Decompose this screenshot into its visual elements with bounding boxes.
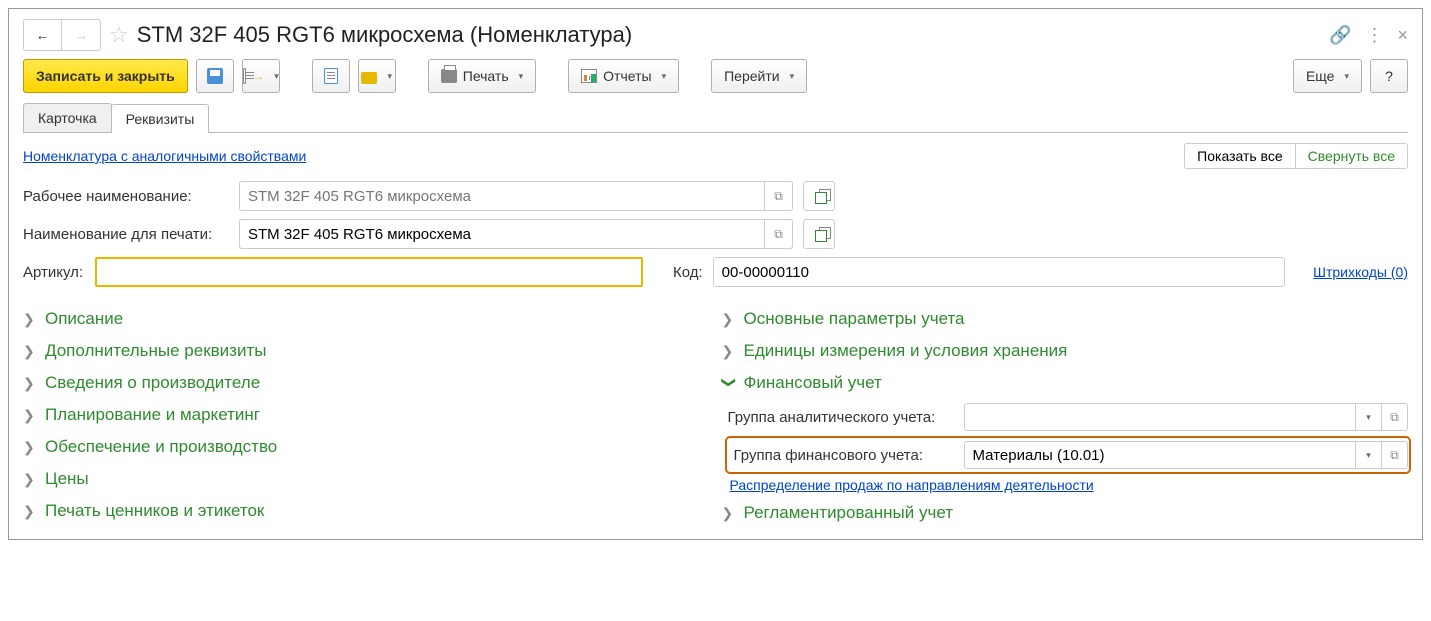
group-description[interactable]: ❯Описание — [23, 303, 710, 335]
group-production[interactable]: ❯Обеспечение и производство — [23, 431, 710, 463]
arrow-left-icon: ← — [36, 27, 50, 43]
link-icon[interactable]: 🔗 — [1329, 25, 1351, 46]
distribution-link[interactable]: Распределение продаж по направлениям дея… — [730, 477, 1094, 493]
close-icon[interactable]: × — [1397, 25, 1408, 46]
group-units[interactable]: ❯Единицы измерения и условия хранения — [722, 335, 1409, 367]
goto-button[interactable]: Перейти — [711, 59, 807, 93]
chevron-right-icon: ❯ — [23, 343, 37, 360]
work-name-input[interactable] — [239, 181, 793, 211]
back-button[interactable]: ← — [24, 20, 62, 50]
tab-details[interactable]: Реквизиты — [111, 104, 210, 133]
tab-card[interactable]: Карточка — [23, 103, 112, 132]
dropdown-icon[interactable]: ▾ — [1356, 403, 1382, 431]
dropdown-icon[interactable]: ▾ — [1356, 441, 1382, 469]
chevron-right-icon: ❯ — [722, 343, 736, 360]
copy-icon — [812, 189, 826, 203]
popout-icon[interactable]: ⧉ — [1382, 441, 1408, 469]
save-icon — [207, 68, 223, 84]
folder-button[interactable] — [358, 59, 396, 93]
group-additional[interactable]: ❯Дополнительные реквизиты — [23, 335, 710, 367]
nav-buttons: ← → — [23, 19, 101, 51]
copy-icon — [812, 227, 826, 241]
chart-icon — [581, 69, 597, 83]
copy-print-name-button[interactable] — [803, 219, 835, 249]
arrow-right-icon: → — [74, 27, 88, 43]
article-input[interactable] — [95, 257, 643, 287]
chevron-right-icon: ❯ — [23, 471, 37, 488]
popout-icon[interactable]: ⧉ — [764, 220, 792, 248]
chevron-right-icon: ❯ — [722, 505, 736, 522]
group-prices[interactable]: ❯Цены — [23, 463, 710, 495]
right-column: ❯Основные параметры учета ❯Единицы измер… — [722, 303, 1409, 529]
chevron-right-icon: ❯ — [23, 375, 37, 392]
chevron-right-icon: ❯ — [23, 407, 37, 424]
doc-icon — [243, 68, 246, 84]
group-planning[interactable]: ❯Планирование и маркетинг — [23, 399, 710, 431]
group-main-params[interactable]: ❯Основные параметры учета — [722, 303, 1409, 335]
list-button[interactable] — [312, 59, 350, 93]
similar-properties-link[interactable]: Номенклатура с аналогичными свойствами — [23, 148, 306, 164]
copy-work-name-button[interactable] — [803, 181, 835, 211]
folder-icon — [361, 72, 377, 84]
print-name-label: Наименование для печати: — [23, 226, 229, 243]
group-manufacturer[interactable]: ❯Сведения о производителе — [23, 367, 710, 399]
fin-group-label: Группа финансового учета: — [734, 447, 954, 464]
popout-icon[interactable]: ⧉ — [764, 182, 792, 210]
print-name-input[interactable] — [239, 219, 793, 249]
analytic-group-label: Группа аналитического учета: — [728, 409, 954, 426]
save-button[interactable] — [196, 59, 234, 93]
left-column: ❯Описание ❯Дополнительные реквизиты ❯Све… — [23, 303, 710, 529]
print-button[interactable]: Печать — [428, 59, 536, 93]
save-close-button[interactable]: Записать и закрыть — [23, 59, 188, 93]
reports-button[interactable]: Отчеты — [568, 59, 679, 93]
more-button[interactable]: Еще — [1293, 59, 1362, 93]
forward-button[interactable]: → — [62, 20, 100, 50]
chevron-right-icon: ❯ — [23, 311, 37, 328]
group-regulated[interactable]: ❯Регламентированный учет — [722, 497, 1409, 529]
work-name-label: Рабочее наименование: — [23, 188, 229, 205]
popout-icon[interactable]: ⧉ — [1382, 403, 1408, 431]
code-input[interactable] — [713, 257, 1285, 287]
analytic-group-input[interactable] — [964, 403, 1357, 431]
barcodes-link[interactable]: Штрихкоды (0) — [1313, 264, 1408, 280]
collapse-all-button[interactable]: Свернуть все — [1295, 143, 1408, 169]
group-print-labels[interactable]: ❯Печать ценников и этикеток — [23, 495, 710, 527]
print-icon — [441, 69, 457, 83]
menu-icon[interactable]: ⋮ — [1365, 25, 1383, 46]
list-icon — [324, 68, 338, 84]
group-financial[interactable]: ❯Финансовый учет — [722, 367, 1409, 399]
help-button[interactable]: ? — [1370, 59, 1408, 93]
chevron-down-icon: ❯ — [720, 376, 737, 390]
page-title: STM 32F 405 RGT6 микросхема (Номенклатур… — [137, 22, 1321, 48]
chevron-right-icon: ❯ — [23, 439, 37, 456]
chevron-right-icon: ❯ — [23, 503, 37, 520]
star-icon[interactable]: ☆ — [109, 22, 129, 48]
code-label: Код: — [673, 264, 703, 281]
copy-doc-button[interactable]: → — [242, 59, 280, 93]
article-label: Артикул: — [23, 264, 85, 281]
fin-group-input[interactable] — [964, 441, 1357, 469]
chevron-right-icon: ❯ — [722, 311, 736, 328]
show-all-button[interactable]: Показать все — [1184, 143, 1294, 169]
